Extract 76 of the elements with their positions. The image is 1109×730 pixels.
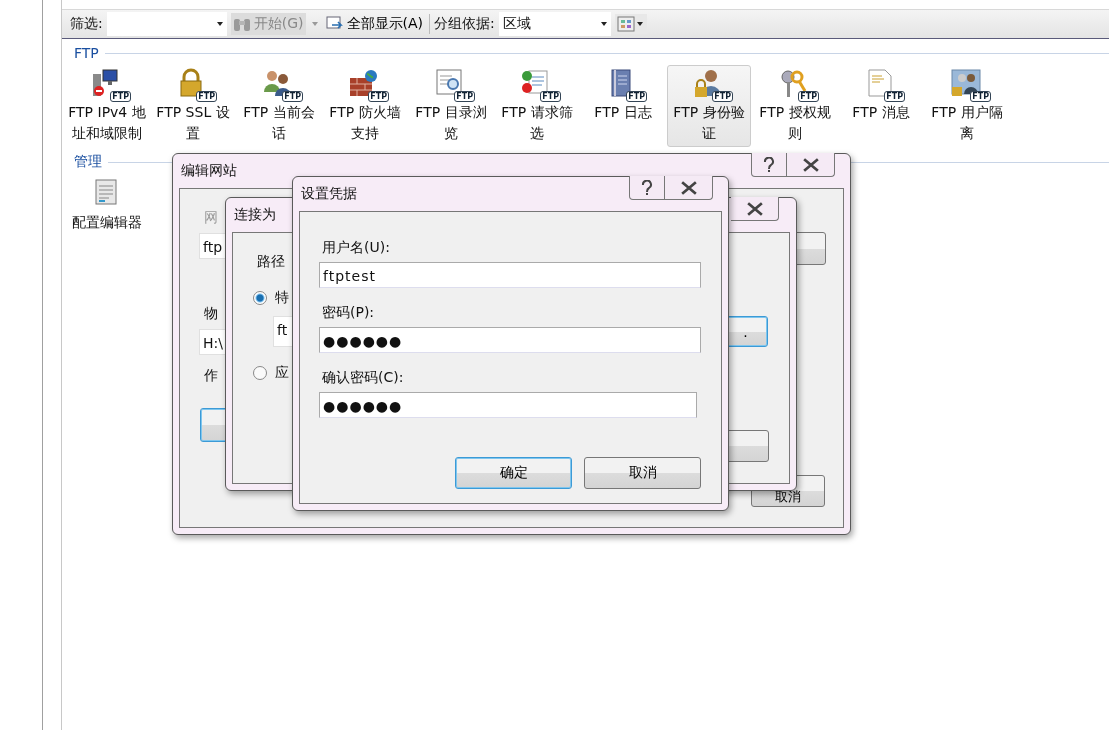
feature-label: FTP 防火墙支持 bbox=[328, 103, 402, 143]
filter-label: 筛选: bbox=[70, 15, 103, 33]
site-name-label: 网 bbox=[204, 209, 218, 227]
feature-label: FTP 请求筛选 bbox=[500, 103, 574, 143]
close-icon bbox=[802, 157, 819, 172]
radio-button[interactable] bbox=[253, 366, 267, 380]
ftp-badge: FTP bbox=[798, 91, 819, 102]
ftp-badge: FTP bbox=[368, 91, 389, 102]
ftp-badge: FTP bbox=[110, 91, 131, 102]
ftp-badge: FTP bbox=[884, 91, 905, 102]
ftp-badge: FTP bbox=[454, 91, 475, 102]
ftp-badge: FTP bbox=[282, 91, 303, 102]
feature-item[interactable]: FTP FTP 防火墙支持 bbox=[323, 65, 407, 147]
close-button[interactable] bbox=[731, 197, 779, 221]
group-title: FTP bbox=[74, 45, 99, 61]
caret-icon bbox=[311, 22, 318, 26]
field-label: 密码(P): bbox=[321, 303, 376, 322]
help-button[interactable] bbox=[751, 153, 787, 177]
feature-label: FTP 授权规则 bbox=[758, 103, 832, 143]
feature-item[interactable]: FTP FTP 当前会话 bbox=[237, 65, 321, 147]
feature-item[interactable]: FTP FTP 日志 bbox=[581, 65, 665, 147]
feature-item[interactable]: FTP FTP 用户隔离 bbox=[925, 65, 1009, 147]
close-button[interactable] bbox=[665, 176, 713, 200]
cancel-button[interactable]: 取消 bbox=[584, 457, 701, 489]
feature-label: FTP 用户隔离 bbox=[930, 103, 1004, 143]
input-field[interactable]: ftptest bbox=[319, 262, 701, 288]
connect-as-label: 作 bbox=[204, 367, 218, 385]
feature-item[interactable]: FTP FTP 请求筛选 bbox=[495, 65, 579, 147]
field-label: 确认密码(C): bbox=[321, 368, 405, 387]
feature-item[interactable]: 配置编辑器 bbox=[65, 175, 149, 236]
group-by-dropdown[interactable]: 区域 bbox=[498, 12, 611, 36]
input-field[interactable]: ●●●●●● bbox=[319, 392, 697, 418]
feature-label: FTP 目录浏览 bbox=[414, 103, 488, 143]
physical-path-label: 物 bbox=[204, 305, 218, 323]
view-button[interactable] bbox=[614, 14, 647, 34]
ftp-badge: FTP bbox=[196, 91, 217, 102]
input-field[interactable]: ●●●●●● bbox=[319, 327, 701, 353]
feature-label: FTP IPv4 地址和域限制 bbox=[67, 103, 147, 143]
feature-item[interactable]: FTP FTP 目录浏览 bbox=[409, 65, 493, 147]
path-credentials-label: 路径 bbox=[257, 253, 285, 271]
caret-icon bbox=[600, 22, 607, 26]
radio-button[interactable] bbox=[253, 291, 267, 305]
radio-option[interactable]: 应 bbox=[253, 364, 289, 382]
feature-label: FTP 日志 bbox=[593, 103, 653, 122]
feature-label: FTP 消息 bbox=[851, 103, 911, 122]
refresh-icon bbox=[325, 16, 344, 32]
feature-item[interactable]: FTP FTP IPv4 地址和域限制 bbox=[65, 65, 149, 147]
close-button[interactable] bbox=[787, 153, 835, 177]
radio-option[interactable]: 特 bbox=[253, 289, 289, 307]
feature-label: FTP 当前会话 bbox=[242, 103, 316, 143]
group-by-label: 分组依据: bbox=[434, 15, 495, 33]
feature-item[interactable]: FTP FTP 授权规则 bbox=[753, 65, 837, 147]
dialog-title: 编辑网站 bbox=[181, 162, 237, 180]
close-icon bbox=[680, 180, 697, 195]
ftp-badge: FTP bbox=[626, 91, 647, 102]
feature-item[interactable]: FTP FTP 身份验证 bbox=[667, 65, 751, 147]
feature-label: FTP 身份验证 bbox=[672, 103, 746, 143]
dialog-title: 连接为 bbox=[234, 206, 276, 224]
field-label: 用户名(U): bbox=[321, 238, 391, 257]
ftp-badge: FTP bbox=[970, 91, 991, 102]
feature-label: 配置编辑器 bbox=[71, 213, 143, 232]
close-icon bbox=[746, 201, 763, 216]
ftp-badge: FTP bbox=[540, 91, 561, 102]
feature-item[interactable]: FTP FTP SSL 设置 bbox=[151, 65, 235, 147]
ftp-badge: FTP bbox=[712, 91, 733, 102]
feature-item[interactable]: FTP FTP 消息 bbox=[839, 65, 923, 147]
group-title: 管理 bbox=[74, 153, 102, 171]
dialog-title: 设置凭据 bbox=[301, 185, 357, 203]
ok-button[interactable]: 确定 bbox=[455, 457, 572, 489]
show-all-button[interactable]: 全部显示(A) bbox=[323, 13, 425, 35]
help-icon bbox=[763, 156, 775, 173]
help-button[interactable] bbox=[629, 176, 665, 200]
help-icon bbox=[641, 179, 653, 196]
caret-icon bbox=[216, 22, 223, 26]
binoculars-icon bbox=[232, 16, 251, 32]
feature-label: FTP SSL 设置 bbox=[155, 103, 231, 143]
